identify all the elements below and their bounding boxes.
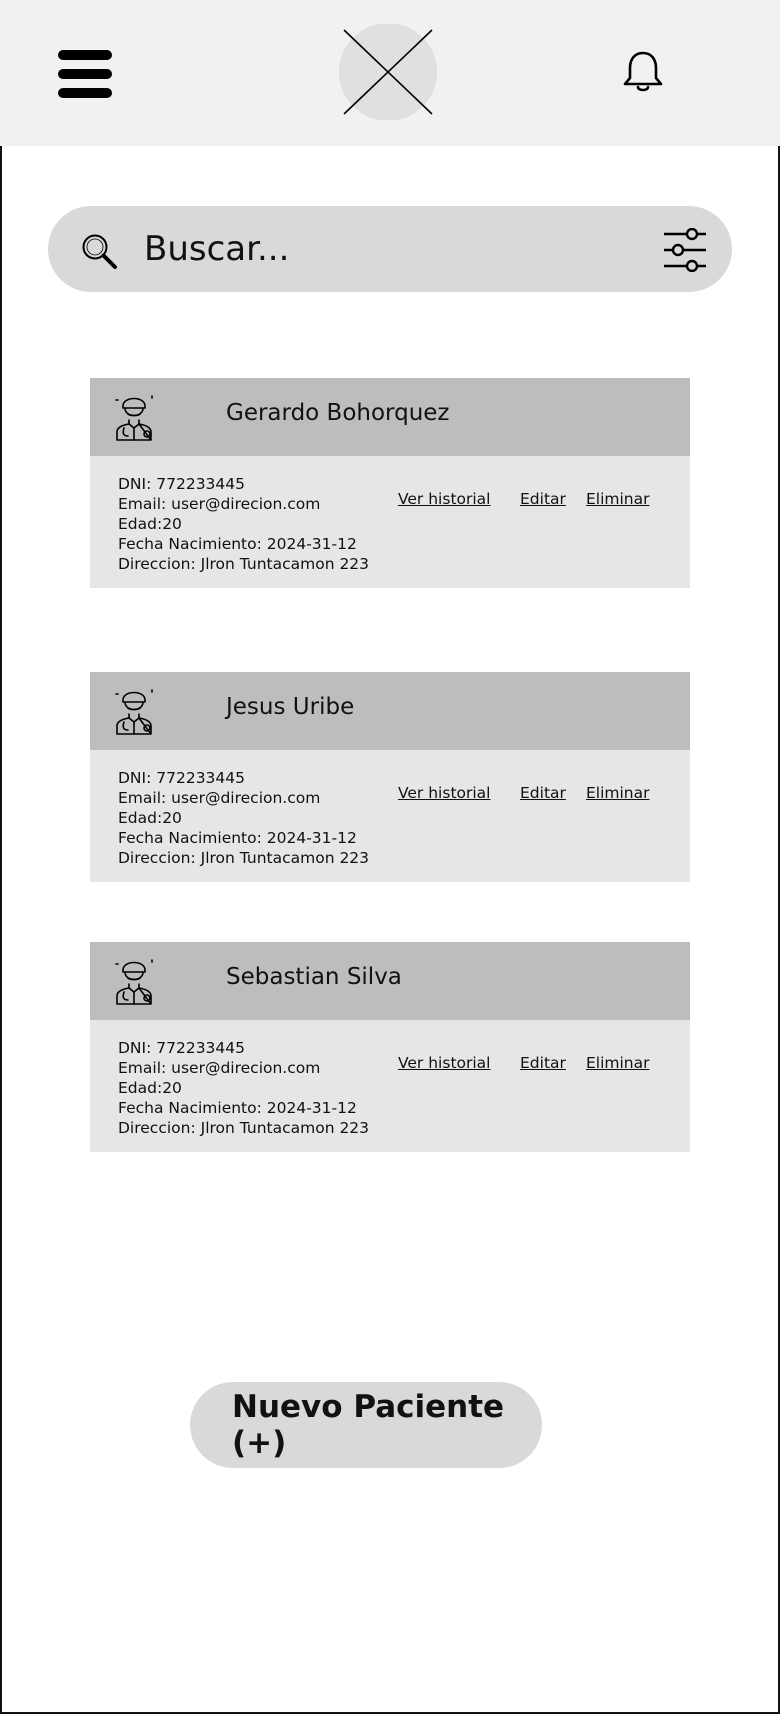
filter-sliders-icon[interactable] bbox=[662, 228, 708, 272]
delete-link[interactable]: Eliminar bbox=[586, 784, 650, 802]
patient-email: Email: user@direcion.com bbox=[118, 495, 321, 513]
patient-address: Direccion: Jlron Tuntacamon 223 bbox=[118, 849, 370, 867]
view-history-link[interactable]: Ver historial bbox=[398, 490, 491, 508]
search-bar bbox=[48, 206, 732, 292]
delete-link[interactable]: Eliminar bbox=[586, 490, 650, 508]
patient-dni: DNI: 772233445 bbox=[118, 1039, 246, 1057]
patient-details: DNI: 772233445 Email: user@direcion.com … bbox=[118, 768, 388, 868]
search-input[interactable] bbox=[144, 222, 604, 276]
view-history-link[interactable]: Ver historial bbox=[398, 1054, 491, 1072]
bell-icon[interactable] bbox=[622, 50, 664, 94]
top-bar bbox=[0, 0, 780, 146]
patient-address: Direccion: Jlron Tuntacamon 223 bbox=[118, 555, 370, 573]
patient-age: Edad:20 bbox=[118, 1079, 182, 1097]
patient-address: Direccion: Jlron Tuntacamon 223 bbox=[118, 1119, 370, 1137]
patient-card-header: Jesus Uribe bbox=[90, 672, 690, 750]
patient-card: Gerardo Bohorquez DNI: 772233445 Email: … bbox=[90, 378, 690, 588]
patient-name: Gerardo Bohorquez bbox=[226, 400, 450, 426]
edit-link[interactable]: Editar bbox=[520, 784, 566, 802]
patient-email: Email: user@direcion.com bbox=[118, 789, 321, 807]
logo-placeholder-icon bbox=[339, 24, 437, 120]
patient-dni: DNI: 772233445 bbox=[118, 475, 246, 493]
patient-email: Email: user@direcion.com bbox=[118, 1059, 321, 1077]
hamburger-menu-icon[interactable] bbox=[58, 50, 112, 98]
patient-card: Jesus Uribe DNI: 772233445 Email: user@d… bbox=[90, 672, 690, 882]
edit-link[interactable]: Editar bbox=[520, 1054, 566, 1072]
doctor-avatar-icon bbox=[115, 959, 153, 1005]
patient-details: DNI: 772233445 Email: user@direcion.com … bbox=[118, 1038, 388, 1138]
patient-details: DNI: 772233445 Email: user@direcion.com … bbox=[118, 474, 388, 574]
delete-link[interactable]: Eliminar bbox=[586, 1054, 650, 1072]
patient-age: Edad:20 bbox=[118, 809, 182, 827]
doctor-avatar-icon bbox=[115, 689, 153, 735]
patient-name: Jesus Uribe bbox=[226, 694, 355, 720]
search-icon[interactable] bbox=[80, 232, 118, 270]
patient-birthdate: Fecha Nacimiento: 2024-31-12 bbox=[118, 829, 357, 847]
patient-dni: DNI: 772233445 bbox=[118, 769, 246, 787]
patient-card-header: Gerardo Bohorquez bbox=[90, 378, 690, 456]
new-patient-button[interactable]: Nuevo Paciente (+) bbox=[190, 1382, 542, 1468]
doctor-avatar-icon bbox=[115, 395, 153, 441]
patient-age: Edad:20 bbox=[118, 515, 182, 533]
edit-link[interactable]: Editar bbox=[520, 490, 566, 508]
patient-name: Sebastian Silva bbox=[226, 964, 402, 990]
patient-card: Sebastian Silva DNI: 772233445 Email: us… bbox=[90, 942, 690, 1152]
patient-birthdate: Fecha Nacimiento: 2024-31-12 bbox=[118, 1099, 357, 1117]
view-history-link[interactable]: Ver historial bbox=[398, 784, 491, 802]
patient-birthdate: Fecha Nacimiento: 2024-31-12 bbox=[118, 535, 357, 553]
patient-card-header: Sebastian Silva bbox=[90, 942, 690, 1020]
